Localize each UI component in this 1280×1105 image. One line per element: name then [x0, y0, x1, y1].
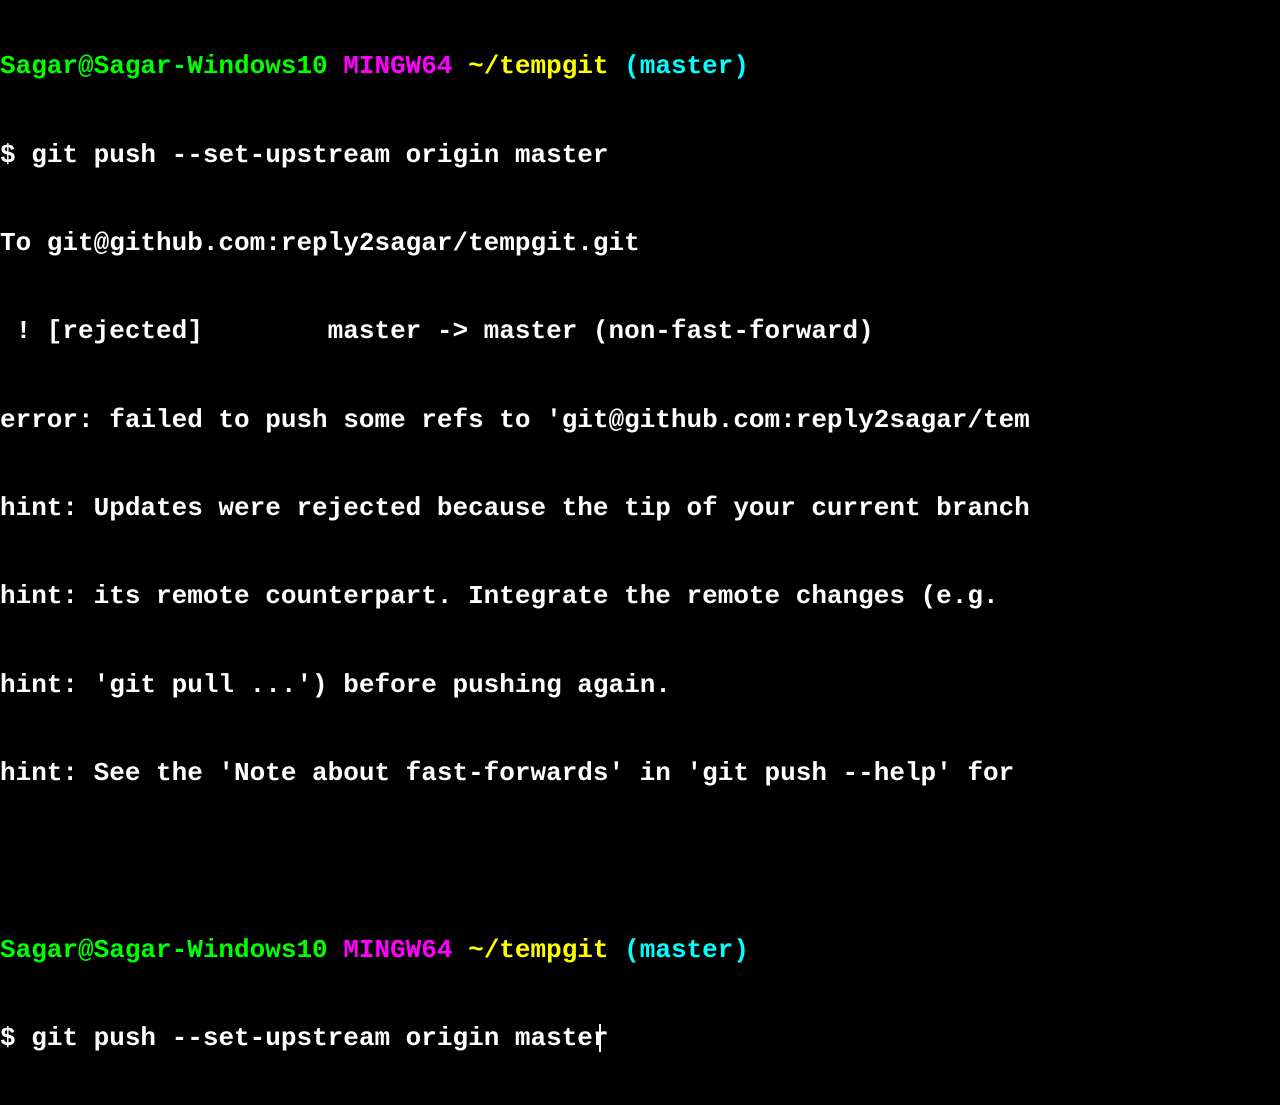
output-line-hint-4: hint: See the 'Note about fast-forwards'…: [0, 751, 1280, 795]
output-line-hint-3: hint: 'git pull ...') before pushing aga…: [0, 663, 1280, 707]
command-text: git push --set-upstream origin master: [31, 1023, 608, 1053]
output-line-rejected: ! [rejected] master -> master (non-fast-…: [0, 309, 1280, 353]
path: ~/tempgit: [468, 935, 608, 965]
prompt-symbol: $: [0, 1023, 31, 1053]
prompt-line-1: Sagar@Sagar-Windows10 MINGW64 ~/tempgit …: [0, 44, 1280, 88]
output-line-to: To git@github.com:reply2sagar/tempgit.gi…: [0, 221, 1280, 265]
path: ~/tempgit: [468, 51, 608, 81]
prompt-line-2: Sagar@Sagar-Windows10 MINGW64 ~/tempgit …: [0, 928, 1280, 972]
output-line-hint-1: hint: Updates were rejected because the …: [0, 486, 1280, 530]
user-host: Sagar@Sagar-Windows10: [0, 51, 328, 81]
command-text: git push --set-upstream origin master: [31, 140, 608, 170]
terminal-window[interactable]: Sagar@Sagar-Windows10 MINGW64 ~/tempgit …: [0, 0, 1280, 1105]
blank-line: [0, 840, 1280, 884]
mingw-label: MINGW64: [343, 935, 452, 965]
command-line-1: $ git push --set-upstream origin master: [0, 133, 1280, 177]
branch: (master): [624, 935, 749, 965]
prompt-symbol: $: [0, 140, 31, 170]
cursor-icon: [599, 1024, 601, 1052]
output-line-error: error: failed to push some refs to 'git@…: [0, 398, 1280, 442]
output-line-hint-2: hint: its remote counterpart. Integrate …: [0, 574, 1280, 618]
command-line-2[interactable]: $ git push --set-upstream origin master: [0, 1016, 1280, 1060]
user-host: Sagar@Sagar-Windows10: [0, 935, 328, 965]
mingw-label: MINGW64: [343, 51, 452, 81]
branch: (master): [624, 51, 749, 81]
